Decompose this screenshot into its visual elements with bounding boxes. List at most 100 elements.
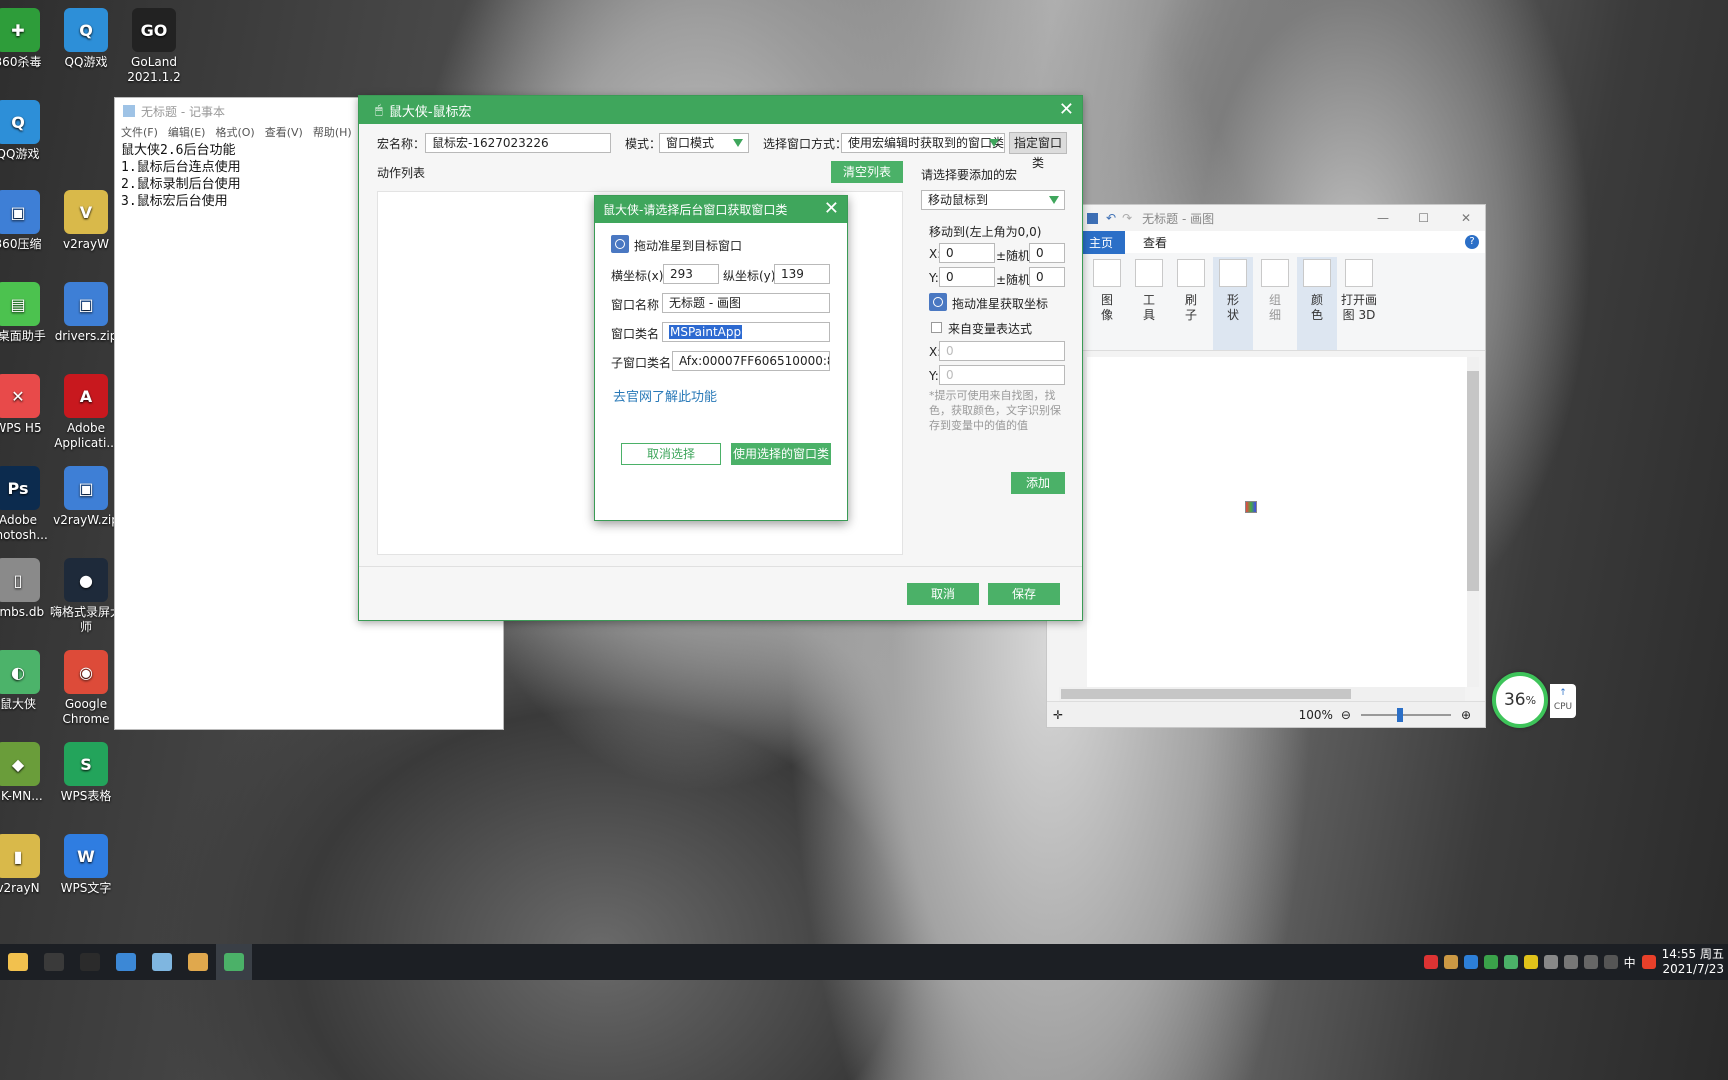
window-name-input[interactable]: 无标题 - 画图	[662, 293, 830, 313]
window-class-dialog[interactable]: 鼠大侠-请选择后台窗口获取窗口类 ✕ 拖动准星到目标窗口 横坐标(x) 293 …	[594, 195, 848, 521]
desktop-icon-label: WPS文字	[60, 881, 112, 895]
close-icon[interactable]: ✕	[1461, 211, 1471, 225]
menu-format[interactable]: 格式(O)	[215, 124, 254, 142]
undo-icon[interactable]: ↶	[1106, 211, 1116, 225]
assign-window-class-button[interactable]: 指定窗口类	[1009, 132, 1067, 170]
var-y-input[interactable]: 0	[939, 365, 1065, 385]
shudaxia-icon[interactable]	[216, 944, 252, 980]
cancel-button[interactable]: 取消	[907, 583, 979, 605]
clock[interactable]: 14:55 周五 2021/7/23	[1662, 947, 1724, 977]
paint-window[interactable]: ↶ ↷ 无标题 - 画图 — ☐ ✕ 主页 查看 ? 图 像 工 具 刷 子 形 状 组…	[1046, 204, 1486, 728]
ribbon-group[interactable]: 颜 色	[1297, 257, 1337, 350]
x-random-input[interactable]: 0	[1029, 243, 1065, 263]
plus-icon[interactable]	[1523, 955, 1538, 969]
camera-icon[interactable]	[72, 944, 108, 980]
macro-name-input[interactable]: 鼠标宏-1627023226	[425, 133, 611, 153]
shudaxia-tray-icon[interactable]	[1503, 955, 1518, 969]
paint-icon[interactable]	[180, 944, 216, 980]
notepad-icon[interactable]	[144, 944, 180, 980]
record-icon[interactable]	[1423, 955, 1438, 969]
use-window-class-button[interactable]: 使用选择的窗口类	[731, 443, 831, 465]
tab-view[interactable]: 查看	[1143, 234, 1167, 251]
menu-file[interactable]: 文件(F)	[121, 124, 158, 142]
window-class-input[interactable]: MSPaintApp	[662, 322, 830, 342]
feather-icon[interactable]	[108, 944, 144, 980]
shield-icon[interactable]	[1483, 955, 1498, 969]
app-icon: Q	[0, 100, 40, 144]
ribbon-group[interactable]: 工 具	[1129, 257, 1169, 350]
vertical-scrollbar[interactable]	[1467, 357, 1479, 687]
menu-view[interactable]: 查看(V)	[265, 124, 303, 142]
maximize-icon[interactable]: ☐	[1418, 211, 1429, 225]
from-variable-checkbox[interactable]	[931, 322, 942, 333]
add-macro-dropdown[interactable]: 移动鼠标到	[921, 190, 1065, 210]
y-random-input[interactable]: 0	[1029, 267, 1065, 287]
clear-list-button[interactable]: 清空列表	[831, 161, 903, 183]
crosshair-icon[interactable]	[929, 293, 947, 311]
taskbar-glyph	[188, 953, 208, 971]
cpu-usage-widget[interactable]: 36%	[1492, 672, 1548, 728]
window-class-label: 窗口类名	[611, 327, 660, 341]
tab-home[interactable]: 主页	[1077, 230, 1126, 254]
ribbon-group-label: 颜 色	[1310, 293, 1323, 322]
speaker-mute-icon[interactable]	[1443, 955, 1458, 969]
var-x-input[interactable]: 0	[939, 341, 1065, 361]
zoom-slider[interactable]	[1360, 707, 1451, 722]
y-coord-input[interactable]: 139	[774, 264, 830, 284]
x-coord-input[interactable]: 293	[663, 264, 719, 284]
zoom-out-icon[interactable]: ⊖	[1341, 708, 1351, 722]
image-icon	[1093, 259, 1121, 287]
ribbon-group[interactable]: 形 状	[1213, 257, 1253, 350]
help-icon[interactable]: ?	[1465, 235, 1479, 249]
mode-select[interactable]: 窗口模式	[659, 133, 749, 153]
window-class-titlebar[interactable]: 鼠大侠-请选择后台窗口获取窗口类 ✕	[595, 196, 847, 223]
macro-titlebar[interactable]: 🖱 鼠大侠-鼠标宏 ✕	[359, 96, 1082, 124]
select-method-dropdown[interactable]: 使用宏编辑时获取到的窗口类	[841, 133, 1005, 153]
file-explorer-icon[interactable]	[0, 944, 36, 980]
child-class-input[interactable]: Afx:00007FF606510000:8	[672, 351, 830, 371]
ribbon-group-label: 打开画 图 3D	[1340, 293, 1377, 322]
official-site-link[interactable]: 去官网了解此功能	[613, 386, 717, 405]
paint-titlebar[interactable]: ↶ ↷ 无标题 - 画图 — ☐ ✕	[1047, 205, 1485, 231]
cancel-selection-button[interactable]: 取消选择	[621, 443, 721, 465]
paint-canvas[interactable]	[1087, 357, 1469, 687]
network-icon[interactable]	[1463, 955, 1478, 969]
add-button[interactable]: 添加	[1011, 472, 1065, 494]
pen-icon[interactable]	[1583, 955, 1598, 969]
zoom-in-icon[interactable]: ⊕	[1461, 708, 1471, 722]
ribbon-group[interactable]: 打开画 图 3D	[1339, 257, 1379, 350]
desktop-icon[interactable]: S WPS表格	[46, 742, 126, 804]
desktop-icon-label: WPS表格	[60, 789, 112, 803]
keyboard-icon[interactable]	[1603, 955, 1618, 969]
color-picker-cursor-icon	[1245, 501, 1257, 513]
ribbon-group[interactable]: 图 像	[1087, 257, 1127, 350]
volume-icon[interactable]	[1563, 955, 1578, 969]
x-input[interactable]: 0	[939, 243, 995, 263]
close-icon[interactable]: ✕	[824, 198, 839, 219]
desktop-icon[interactable]: GO GoLand 2021.1.2	[114, 8, 194, 85]
ribbon-group[interactable]: 刷 子	[1171, 257, 1211, 350]
desktop-icon[interactable]: Q QQ游戏	[0, 100, 58, 162]
window-name-label: 窗口名称	[611, 298, 660, 312]
macro-title: 鼠大侠-鼠标宏	[388, 104, 472, 120]
app-icon: ▣	[0, 190, 40, 234]
wifi-icon[interactable]	[1543, 955, 1558, 969]
ribbon-group[interactable]: 组 细	[1255, 257, 1295, 350]
desktop-icon[interactable]: W WPS文字	[46, 834, 126, 896]
close-icon[interactable]: ✕	[1059, 99, 1074, 120]
menu-edit[interactable]: 编辑(E)	[168, 124, 206, 142]
menu-help[interactable]: 帮助(H)	[313, 124, 352, 142]
cpu-tab[interactable]: ↑ CPU	[1550, 684, 1576, 718]
move-to-label: 移动到(左上角为0,0)	[929, 225, 1042, 239]
save-button[interactable]: 保存	[988, 583, 1060, 605]
minimize-icon[interactable]: —	[1377, 211, 1389, 225]
app-icon: ▮	[0, 834, 40, 878]
crosshair-icon[interactable]	[611, 235, 629, 253]
sogou-icon[interactable]	[1641, 955, 1656, 969]
terminal-icon[interactable]	[36, 944, 72, 980]
y-input[interactable]: 0	[939, 267, 995, 287]
ime-indicator[interactable]: 中	[1624, 954, 1636, 971]
redo-icon[interactable]: ↷	[1122, 211, 1132, 225]
save-icon[interactable]	[1087, 212, 1098, 224]
horizontal-scrollbar[interactable]	[1059, 687, 1465, 701]
